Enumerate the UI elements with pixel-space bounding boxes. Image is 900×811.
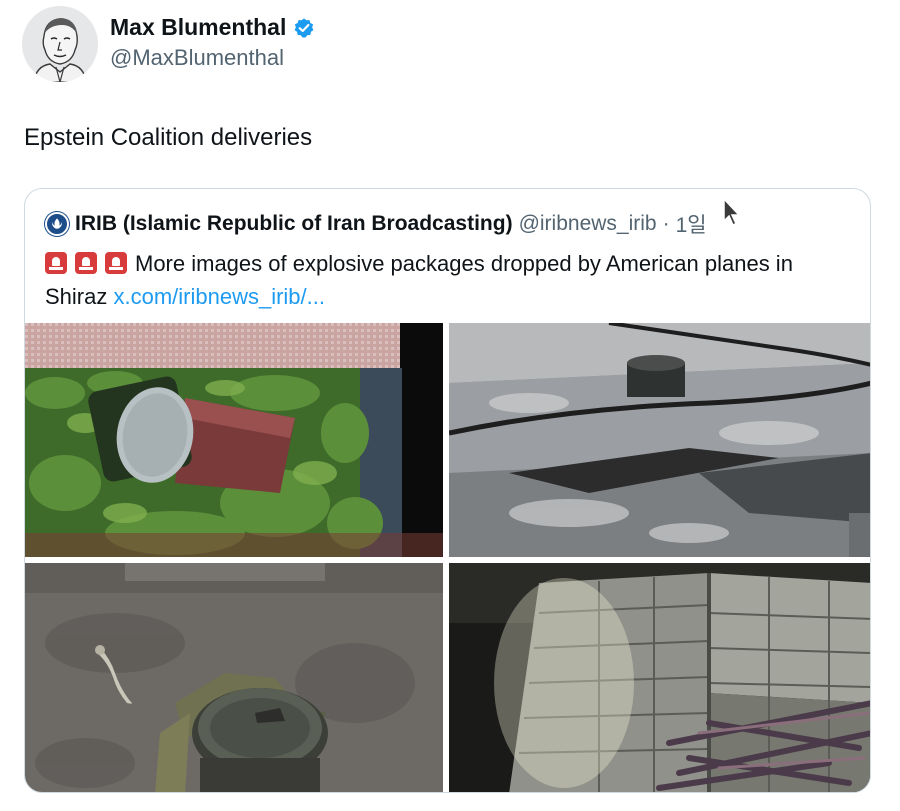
siren-icon (105, 252, 127, 274)
siren-icon (45, 252, 67, 274)
author-handle[interactable]: @MaxBlumenthal (110, 45, 284, 71)
author-name[interactable]: Max Blumenthal (110, 14, 315, 41)
mouse-cursor-icon (723, 197, 741, 227)
quoted-tweet-header: IRIB (Islamic Republic of Iran Broadcast… (45, 209, 707, 239)
siren-icon (75, 252, 97, 274)
damaged-canister-on-ground-image[interactable] (25, 563, 443, 792)
verified-badge-icon (294, 17, 314, 38)
irib-logo-icon[interactable] (45, 212, 69, 236)
portrait-sketch-avatar-icon (22, 6, 98, 82)
author-name-text: Max Blumenthal (110, 14, 287, 40)
quoted-tweet-text: More images of explosive packages droppe… (45, 247, 845, 313)
author-avatar[interactable] (22, 6, 98, 82)
quoted-tweet-link[interactable]: x.com/iribnews_irib/... (113, 284, 325, 309)
quoted-author-name[interactable]: IRIB (Islamic Republic of Iran Broadcast… (75, 212, 513, 236)
quoted-tweet-card[interactable]: IRIB (Islamic Republic of Iran Broadcast… (24, 188, 871, 793)
canister-on-concrete-image[interactable] (449, 323, 870, 557)
canister-in-plants-image[interactable] (25, 323, 443, 557)
tweet-text: Epstein Coalition deliveries (24, 124, 313, 151)
quoted-timestamp[interactable]: 1일 (676, 209, 707, 239)
tweet: Max Blumenthal @MaxBlumenthal Epstein Co… (0, 0, 900, 811)
brick-corner-with-debris-image[interactable] (449, 563, 870, 792)
quoted-author-handle[interactable]: @iribnews_irib (519, 212, 657, 236)
media-grid (25, 323, 870, 792)
meta-separator: · (662, 212, 670, 235)
